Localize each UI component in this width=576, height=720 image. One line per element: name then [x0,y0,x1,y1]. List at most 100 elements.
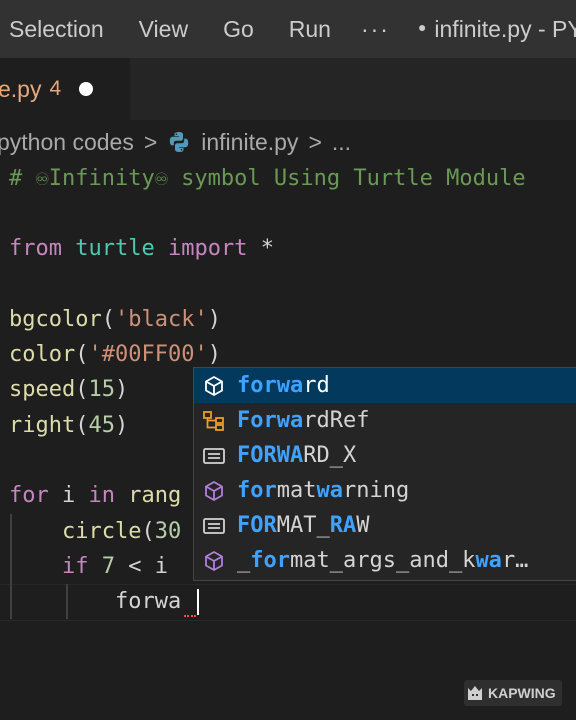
operator: < [128,554,142,579]
number: 30 [154,519,182,544]
code-line-5: bgcolor('black') [9,302,221,337]
suggestion-label: mat [276,478,317,503]
keyword: in [88,483,116,508]
window-title: infinite.py - PYT [434,15,576,42]
watermark-label: KAPWING [488,685,556,701]
suggestion-label: rning [343,478,410,503]
function-name: rang [128,483,182,508]
unsaved-dot-icon: ● [417,19,427,35]
function-name: speed [9,377,76,402]
match-text: for [237,478,277,503]
suggestion-item[interactable]: forward [194,368,576,403]
variable-icon [201,513,227,539]
code-line-7: speed(15) [9,372,128,407]
paren: ) [114,377,129,402]
paren: ) [207,307,221,332]
suggestion-item[interactable]: ForwardRef [194,403,576,438]
menu-more-button[interactable]: ··· [361,16,390,43]
number: 7 [101,554,115,579]
code-line-1: # ♾Infinity♾ symbol Using Turtle Module [9,161,526,196]
chevron-right-icon: > [143,128,158,155]
function-name: right [9,413,76,438]
match-text: FOR [237,513,277,538]
function-name: circle [61,519,142,544]
variable-icon [201,443,227,469]
code-line-12: if 7 < i [9,549,168,584]
unsaved-dot-icon[interactable] [79,82,94,96]
keyword: for [9,483,49,508]
paren: ( [101,307,115,332]
suggestion-label: r… [501,548,529,573]
comment: # ♾Infinity♾ symbol Using Turtle Module [9,166,526,191]
suggestion-label: W [356,513,370,538]
menu-bar: Selection View Go Run ··· ● infinite.py … [0,0,576,58]
function-name: bgcolor [9,307,102,332]
typed-text: forwa [114,589,182,614]
match-text: wa [316,478,344,503]
code-line-8: right(45) [9,408,128,443]
suggestion-item[interactable]: _format_args_and_kwar… [194,543,576,578]
paren: ) [207,342,221,367]
menu-run[interactable]: Run [289,16,331,43]
suggestion-label: mat_args_and_k [290,548,476,573]
tab-problem-count: 4 [49,77,62,100]
match-text: FORWA [237,443,304,468]
tab-infinite-py[interactable]: e.py 4 [0,58,130,120]
suggestion-label: MAT_ [276,513,330,538]
string: '#00FF00' [88,342,208,367]
suggestion-label: RD_X [303,443,357,468]
paren: ( [141,519,155,544]
menu-go[interactable]: Go [223,16,254,43]
kapwing-logo-icon [466,684,484,702]
autocomplete-popup: forward ForwardRef FORWARD_X formatwarni… [193,367,576,581]
operator: * [260,236,274,261]
keyword: if [61,554,89,579]
python-file-icon [167,130,191,154]
code-line-6: color('#00FF00') [9,337,221,372]
function-name: color [9,342,76,367]
code-line-13: forwa [9,584,181,619]
code-line-11: circle(30 [9,514,181,549]
keyword: from [9,236,62,261]
match-text: forwa [237,373,304,398]
menu-view[interactable]: View [139,16,188,43]
method-cube-icon [201,478,227,504]
code-line-10: for i in rang [9,478,181,513]
variable: i [62,483,76,508]
text-cursor [197,589,199,615]
code-line-3: from turtle import * [9,231,274,266]
module-name: turtle [75,236,155,261]
method-cube-icon [201,373,227,399]
paren: ( [75,413,89,438]
paren: ) [114,413,129,438]
breadcrumb-file[interactable]: infinite.py [201,129,298,156]
class-icon [201,408,227,434]
number: 15 [88,377,115,402]
suggestion-item[interactable]: FORWARD_X [194,438,576,473]
match-text: wa [475,548,502,573]
suggestion-item[interactable]: FORMAT_RAW [194,508,576,543]
breadcrumb-folder[interactable]: python codes [0,129,134,156]
number: 45 [88,413,115,438]
match-text: RA [329,513,357,538]
match-text: for [250,548,290,573]
breadcrumb: python codes > infinite.py > ... [0,120,576,164]
variable: i [154,554,168,579]
method-cube-icon [201,548,227,574]
match-text: Forwa [237,408,304,433]
string: 'black' [114,307,208,332]
menu-selection[interactable]: Selection [9,16,104,43]
suggestion-label: rdRef [303,408,370,433]
paren: ( [75,377,89,402]
keyword: import [167,236,248,261]
chevron-right-icon: > [308,128,322,155]
breadcrumb-more[interactable]: ... [332,129,351,156]
kapwing-watermark: KAPWING [464,680,562,706]
suggestion-item[interactable]: formatwarning [194,473,576,508]
suggestion-label: rd [303,373,330,398]
tab-label: e.py [0,75,42,102]
suggestion-label: _ [237,548,251,573]
error-squiggle [184,611,196,617]
paren: ( [75,342,89,367]
tab-bar: e.py 4 [0,58,576,120]
